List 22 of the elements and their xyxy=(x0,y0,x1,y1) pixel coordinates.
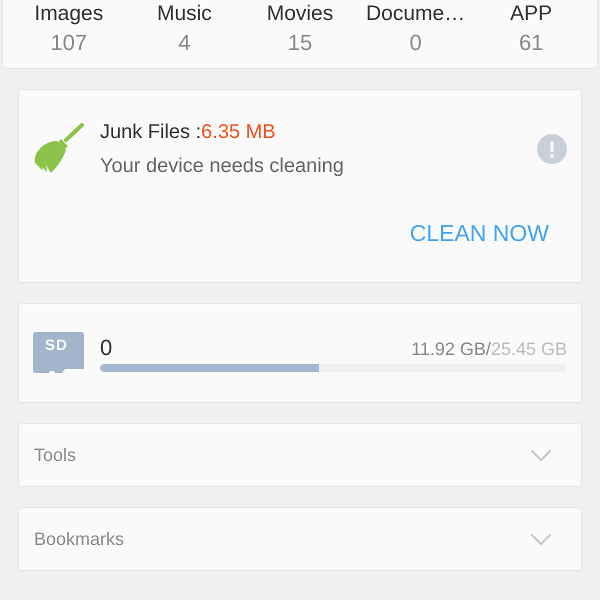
category-count: 0 xyxy=(409,30,422,56)
alert-icon[interactable] xyxy=(537,134,567,164)
category-label[interactable]: Music xyxy=(156,1,212,26)
section-title: Tools xyxy=(34,444,76,466)
category-label[interactable]: Movies xyxy=(266,1,334,26)
section-title: Bookmarks xyxy=(34,528,124,550)
junk-size: 6.35 MB xyxy=(201,121,276,143)
category-count: 107 xyxy=(50,30,88,56)
category-count: 15 xyxy=(288,30,312,56)
category-label[interactable]: APP xyxy=(510,1,552,26)
broom-icon xyxy=(32,123,84,175)
category-label[interactable]: Docume… xyxy=(366,1,466,26)
category-count: 61 xyxy=(518,30,544,56)
sd-card-icon xyxy=(33,332,84,374)
category-label[interactable]: Images xyxy=(34,1,104,26)
total-space: 25.45 GB xyxy=(490,338,567,358)
cleaning-message: Your device needs cleaning xyxy=(100,154,344,179)
category-count: 4 xyxy=(178,30,191,56)
junk-files-title: Junk Files : xyxy=(100,121,202,143)
sd-label: SD xyxy=(45,338,68,353)
storage-name: 0 xyxy=(100,334,112,360)
used-space: 11.92 GB/ xyxy=(411,338,491,358)
